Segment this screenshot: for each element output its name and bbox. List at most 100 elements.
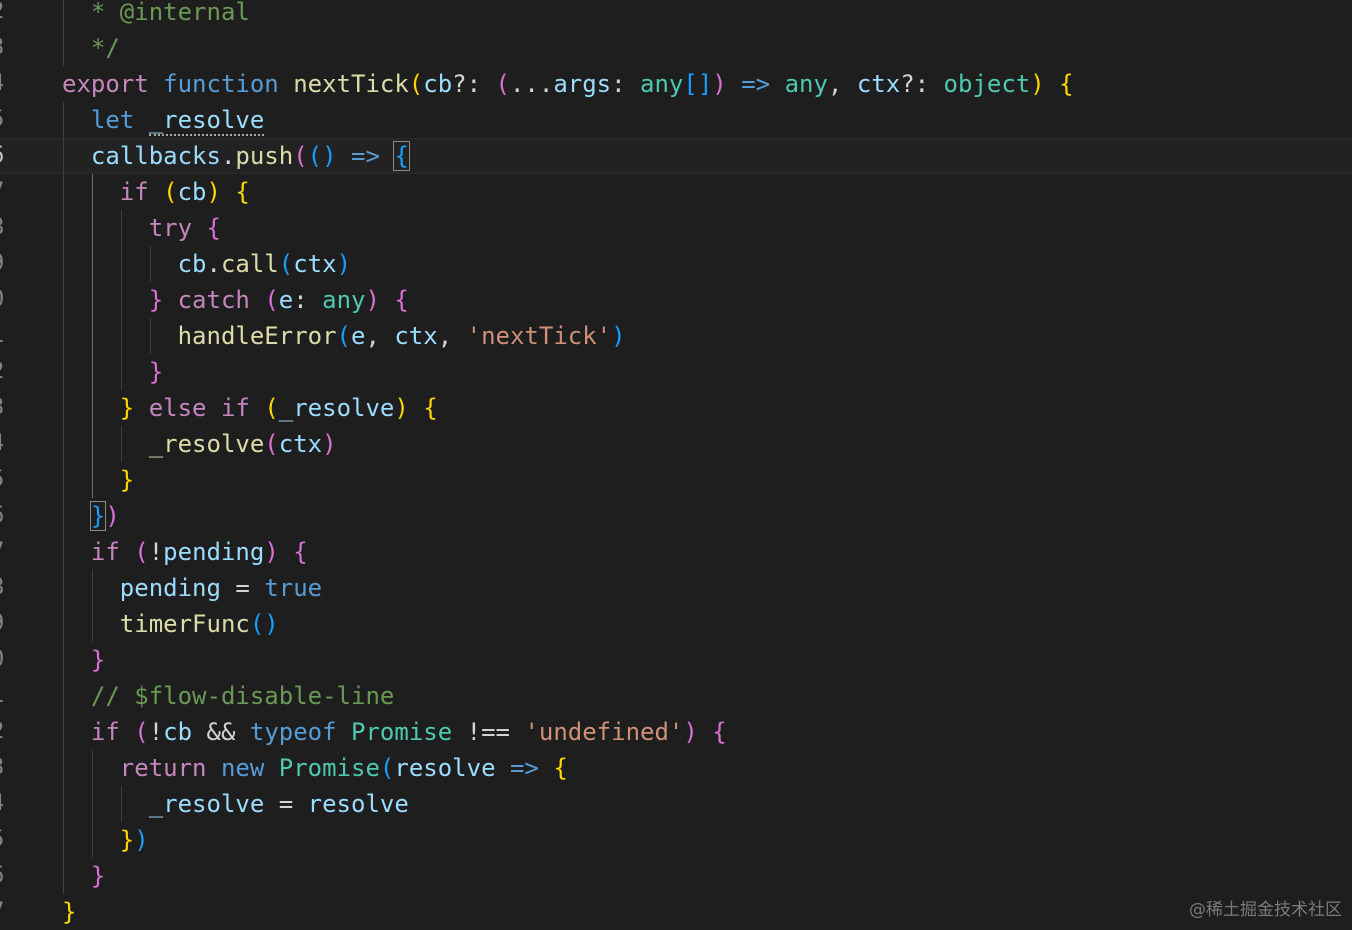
code-line[interactable]: 0 } <box>0 642 1352 678</box>
line-number: 5 <box>0 102 11 138</box>
code-line[interactable]: 0 } catch (e: any) { <box>0 282 1352 318</box>
code-token: _resolve <box>148 106 265 136</box>
code-line[interactable]: 7 if (!pending) { <box>0 534 1352 570</box>
code-token: pending <box>163 538 265 566</box>
code-token: object <box>943 70 1031 98</box>
code-text: try { <box>62 210 221 246</box>
code-line[interactable]: 3 return new Promise(resolve => { <box>0 750 1352 786</box>
code-token: ctx <box>293 250 337 278</box>
code-line[interactable]: 2 if (!cb && typeof Promise !== 'undefin… <box>0 714 1352 750</box>
code-line[interactable]: 6 } <box>0 858 1352 894</box>
code-token: ( <box>264 394 279 422</box>
code-token: ) <box>322 430 337 458</box>
code-token: timerFunc <box>119 610 250 638</box>
code-line[interactable]: 4export function nextTick(cb?: (...args:… <box>0 66 1352 102</box>
code-line[interactable]: 3 } else if (_resolve) { <box>0 390 1352 426</box>
code-token: ! <box>148 718 164 746</box>
code-token: */ <box>62 34 120 62</box>
code-line[interactable]: 7} <box>0 894 1352 930</box>
code-line[interactable]: 6 }) <box>0 498 1352 534</box>
code-token: } <box>148 358 164 386</box>
code-token: } <box>119 394 135 422</box>
code-token: ) <box>683 718 698 746</box>
line-number: 2 <box>0 714 11 750</box>
code-token: if <box>220 394 250 422</box>
code-token: = <box>220 574 265 602</box>
code-token: if <box>90 538 120 566</box>
code-line[interactable]: 5 let _resolve <box>0 102 1352 138</box>
code-token: { <box>206 214 221 242</box>
code-text: if (!cb && typeof Promise !== 'undefined… <box>62 714 727 750</box>
line-number: 6 <box>0 858 11 894</box>
code-token: . <box>206 250 221 278</box>
code-line[interactable]: 9 cb.call(ctx) <box>0 246 1352 282</box>
code-token: { <box>423 394 438 422</box>
code-line[interactable]: 4 _resolve(ctx) <box>0 426 1352 462</box>
code-editor[interactable]: 2 * @internal3 */4export function nextTi… <box>0 0 1352 926</box>
code-token: } <box>119 466 135 494</box>
code-token: . <box>220 142 236 170</box>
code-token: { <box>712 718 727 746</box>
watermark: @稀土掘金技术社区 <box>1189 900 1342 920</box>
code-text: let _resolve <box>62 102 265 138</box>
code-token: { <box>394 286 409 314</box>
code-token: ( <box>336 322 351 350</box>
line-number: 3 <box>0 390 11 426</box>
line-number: 4 <box>0 426 11 462</box>
code-line[interactable]: 8 pending = true <box>0 570 1352 606</box>
code-token: ... <box>509 70 554 98</box>
code-token: = <box>264 790 308 818</box>
code-token: && <box>192 718 250 746</box>
code-line[interactable]: 5 } <box>0 462 1352 498</box>
code-token: => <box>351 142 380 170</box>
code-line[interactable]: 3 */ <box>0 30 1352 66</box>
code-line[interactable]: 8 try { <box>0 210 1352 246</box>
code-text: _resolve(ctx) <box>62 426 337 462</box>
code-text: // $flow-disable-line <box>62 678 394 714</box>
indent-guide <box>91 750 93 858</box>
code-token: { <box>235 178 250 206</box>
code-token: args <box>553 70 612 98</box>
code-token: new <box>220 754 265 782</box>
indent-guide <box>91 174 93 498</box>
code-token: export <box>62 70 149 98</box>
code-line[interactable]: 1 // $flow-disable-line <box>0 678 1352 714</box>
code-token: ) <box>394 394 409 422</box>
code-token: Promise <box>351 718 453 746</box>
code-token: { <box>553 754 568 782</box>
code-line[interactable]: 1 handleError(e, ctx, 'nextTick') <box>0 318 1352 354</box>
code-line[interactable]: 2 } <box>0 354 1352 390</box>
code-token: if <box>119 178 149 206</box>
code-line[interactable]: 7 if (cb) { <box>0 174 1352 210</box>
code-line[interactable]: 4 _resolve = resolve <box>0 786 1352 822</box>
code-line[interactable]: 5 }) <box>0 822 1352 858</box>
code-line[interactable]: 2 * @internal <box>0 0 1352 30</box>
code-line[interactable]: 6 callbacks.push(() => { <box>0 138 1352 174</box>
code-token: ) <box>264 538 279 566</box>
code-token: , <box>437 322 467 350</box>
code-token: typeof <box>249 718 337 746</box>
code-token: ?: <box>900 70 944 98</box>
code-text: }) <box>62 822 149 858</box>
line-number: 4 <box>0 786 11 822</box>
code-token: => <box>509 754 539 782</box>
code-line[interactable]: 9 timerFunc() <box>0 606 1352 642</box>
code-text: cb.call(ctx) <box>62 246 351 282</box>
code-text: _resolve = resolve <box>62 786 409 822</box>
indent-guide <box>63 102 64 894</box>
code-token: ) <box>1030 70 1045 98</box>
code-text: }) <box>62 498 120 534</box>
